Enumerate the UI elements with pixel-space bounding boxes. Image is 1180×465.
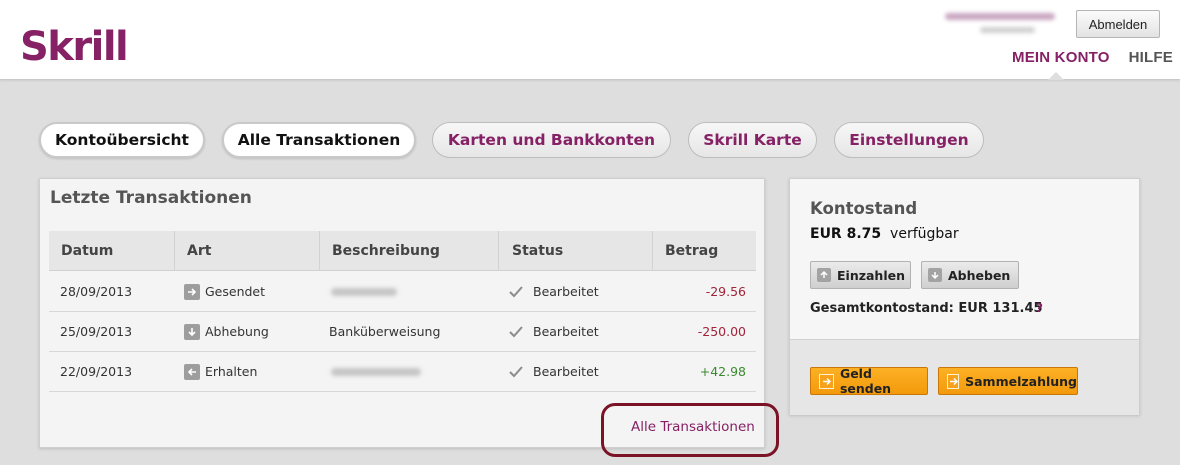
top-navigation: MEIN KONTO HILFE [1012, 49, 1173, 66]
row-type: Erhalten [205, 364, 258, 379]
send-money-label: Geld senden [839, 366, 892, 396]
column-description: Beschreibung [332, 243, 440, 259]
row-date: 25/09/2013 [60, 324, 133, 339]
column-status: Status [512, 243, 564, 259]
available-label: verfügbar [890, 226, 959, 242]
row-status: Bearbeitet [533, 364, 599, 379]
blurred-description [331, 368, 421, 376]
table-header: Datum Art Beschreibung Status Betrag [49, 231, 756, 271]
deposit-label: Einzahlen [837, 267, 905, 283]
row-date: 28/09/2013 [60, 284, 133, 299]
row-amount: +42.98 [699, 364, 746, 379]
row-type: Gesendet [205, 284, 266, 299]
arrow-down-icon [184, 324, 200, 340]
row-description: Banküberweisung [329, 324, 441, 339]
deposit-button[interactable]: Einzahlen [810, 261, 911, 289]
bulk-payment-label: Sammelzahlung [965, 373, 1077, 389]
table-row[interactable]: 25/09/2013 Abhebung Banküberweisung Bear… [49, 312, 756, 352]
blurred-customer-id [980, 27, 1035, 33]
blurred-email [945, 13, 1055, 20]
help-question-icon[interactable]: ? [1036, 301, 1043, 315]
withdraw-label: Abheben [948, 267, 1011, 283]
nav-help[interactable]: HILFE [1129, 49, 1173, 66]
balance-title: Kontostand [810, 199, 918, 218]
row-amount: -250.00 [697, 324, 746, 339]
total-balance: Gesamtkontostand: EUR 131.45 [810, 301, 1043, 316]
row-status: Bearbeitet [533, 284, 599, 299]
column-divider [498, 231, 499, 271]
column-date: Datum [61, 243, 114, 259]
tab-skrill-card[interactable]: Skrill Karte [688, 122, 817, 158]
nav-my-account[interactable]: MEIN KONTO [1012, 49, 1110, 66]
arrow-up-icon [817, 268, 831, 282]
balance-panel: Kontostand EUR 8.75 verfügbar Einzahlen … [789, 178, 1140, 415]
column-type: Art [187, 243, 212, 259]
column-divider [174, 231, 175, 271]
panel-title: Letzte Transaktionen [50, 188, 252, 208]
table-row[interactable]: 28/09/2013 Gesendet Bearbeitet -29.56 [49, 272, 756, 312]
row-type: Abhebung [205, 324, 269, 339]
column-divider [319, 231, 320, 271]
user-account-info [945, 11, 1055, 39]
checkmark-icon [509, 284, 523, 303]
active-nav-caret [1048, 72, 1064, 80]
tab-account-overview[interactable]: Kontoübersicht [39, 122, 205, 158]
table-row[interactable]: 22/09/2013 Erhalten Bearbeitet +42.98 [49, 352, 756, 392]
tab-all-transactions[interactable]: Alle Transaktionen [222, 122, 416, 158]
top-header: Skrill Abmelden MEIN KONTO HILFE [0, 0, 1180, 80]
arrow-right-icon [819, 373, 834, 389]
checkmark-icon [509, 364, 523, 383]
logout-button[interactable]: Abmelden [1076, 10, 1160, 38]
withdraw-button[interactable]: Abheben [921, 261, 1019, 289]
bulk-payment-button[interactable]: Sammelzahlung [938, 367, 1078, 395]
arrow-right-icon [184, 284, 200, 300]
tab-settings[interactable]: Einstellungen [834, 122, 984, 158]
row-date: 22/09/2013 [60, 364, 133, 379]
row-amount: -29.56 [705, 284, 746, 299]
highlight-annotation [601, 403, 779, 457]
arrow-right-icon [947, 373, 960, 389]
tab-cards-bank-accounts[interactable]: Karten und Bankkonten [432, 122, 671, 158]
arrow-down-icon [928, 268, 942, 282]
blurred-description [331, 288, 397, 296]
arrow-left-icon [184, 364, 200, 380]
row-status: Bearbeitet [533, 324, 599, 339]
send-money-button[interactable]: Geld senden [810, 366, 928, 396]
column-amount: Betrag [665, 243, 719, 259]
skrill-logo[interactable]: Skrill [20, 24, 129, 70]
checkmark-icon [509, 324, 523, 343]
balance-available: EUR 8.75 verfügbar [810, 226, 959, 242]
balance-amount: EUR 8.75 [810, 226, 882, 242]
column-divider [652, 231, 653, 271]
